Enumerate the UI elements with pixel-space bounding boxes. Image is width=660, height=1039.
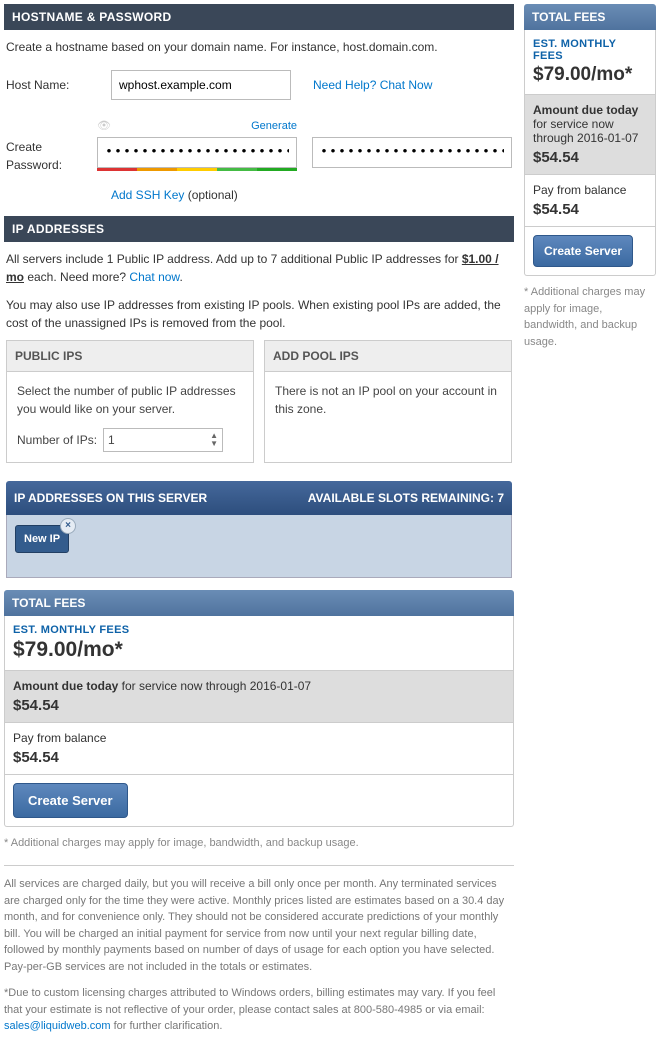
reveal-password-icon[interactable]: 👁 (97, 118, 111, 135)
hostname-intro: Create a hostname based on your domain n… (6, 38, 512, 56)
amount-due-today-line-side: Amount due today for service now through… (533, 103, 647, 145)
est-monthly-fees-price: $79.00/mo* (13, 638, 505, 662)
est-monthly-fees-label: EST. MONTHLY FEES (13, 624, 505, 636)
amount-due-today-value: $54.54 (13, 697, 505, 714)
need-help-chat-link[interactable]: Need Help? Chat Now (313, 76, 432, 94)
public-ips-box: PUBLIC IPS Select the number of public I… (6, 340, 254, 463)
add-ssh-optional-text: (optional) (184, 188, 237, 202)
create-password-label: Create Password: (6, 118, 97, 174)
host-name-input[interactable] (111, 70, 291, 100)
add-ssh-key-link[interactable]: Add SSH Key (111, 188, 184, 202)
legal-paragraph-2: *Due to custom licensing charges attribu… (4, 985, 514, 1035)
extra-charges-note-side: * Additional charges may apply for image… (524, 284, 656, 350)
chat-now-link[interactable]: Chat now (129, 270, 179, 284)
slots-remaining: AVAILABLE SLOTS REMAINING: 7 (308, 489, 504, 507)
new-ip-chip[interactable]: New IP (15, 525, 69, 553)
server-ips-header: IP ADDRESSES ON THIS SERVER (14, 489, 207, 507)
sales-email-link[interactable]: sales@liquidweb.com (4, 1020, 111, 1032)
create-server-button-side[interactable]: Create Server (533, 235, 633, 267)
est-monthly-fees-price-side: $79.00/mo* (533, 64, 647, 86)
password-input[interactable] (97, 137, 297, 168)
number-of-ips-stepper[interactable]: 1 ▲▼ (103, 428, 223, 452)
host-name-label: Host Name: (6, 76, 111, 94)
public-ips-head: PUBLIC IPS (7, 341, 253, 372)
pay-from-balance-value: $54.54 (13, 749, 505, 766)
pool-ips-text: There is not an IP pool on your account … (265, 372, 511, 428)
ip-intro-line: All servers include 1 Public IP address.… (6, 250, 512, 286)
amount-due-today-line: Amount due today for service now through… (13, 679, 505, 693)
total-fees-header-side: TOTAL FEES (524, 4, 656, 30)
stepper-down-icon[interactable]: ▼ (210, 440, 218, 448)
number-of-ips-label: Number of IPs: (17, 431, 97, 449)
generate-password-link[interactable]: Generate (251, 118, 297, 135)
password-strength-meter (97, 168, 297, 171)
pay-from-balance-label: Pay from balance (13, 731, 505, 745)
ip-addresses-header: IP ADDRESSES (4, 216, 514, 242)
create-server-button-main[interactable]: Create Server (13, 783, 128, 818)
pool-ips-box: ADD POOL IPS There is not an IP pool on … (264, 340, 512, 463)
pool-ips-head: ADD POOL IPS (265, 341, 511, 372)
pay-from-balance-value-side: $54.54 (533, 201, 647, 218)
total-fees-header-main: TOTAL FEES (4, 590, 514, 616)
public-ips-text: Select the number of public IP addresses… (17, 382, 243, 418)
ip-pool-note: You may also use IP addresses from exist… (6, 296, 512, 332)
password-confirm-input[interactable] (312, 137, 512, 168)
legal-paragraph-1: All services are charged daily, but you … (4, 876, 514, 975)
amount-due-today-value-side: $54.54 (533, 149, 647, 166)
hostname-password-header: HOSTNAME & PASSWORD (4, 4, 514, 30)
est-monthly-fees-label-side: EST. MONTHLY FEES (533, 38, 647, 62)
pay-from-balance-label-side: Pay from balance (533, 183, 647, 197)
